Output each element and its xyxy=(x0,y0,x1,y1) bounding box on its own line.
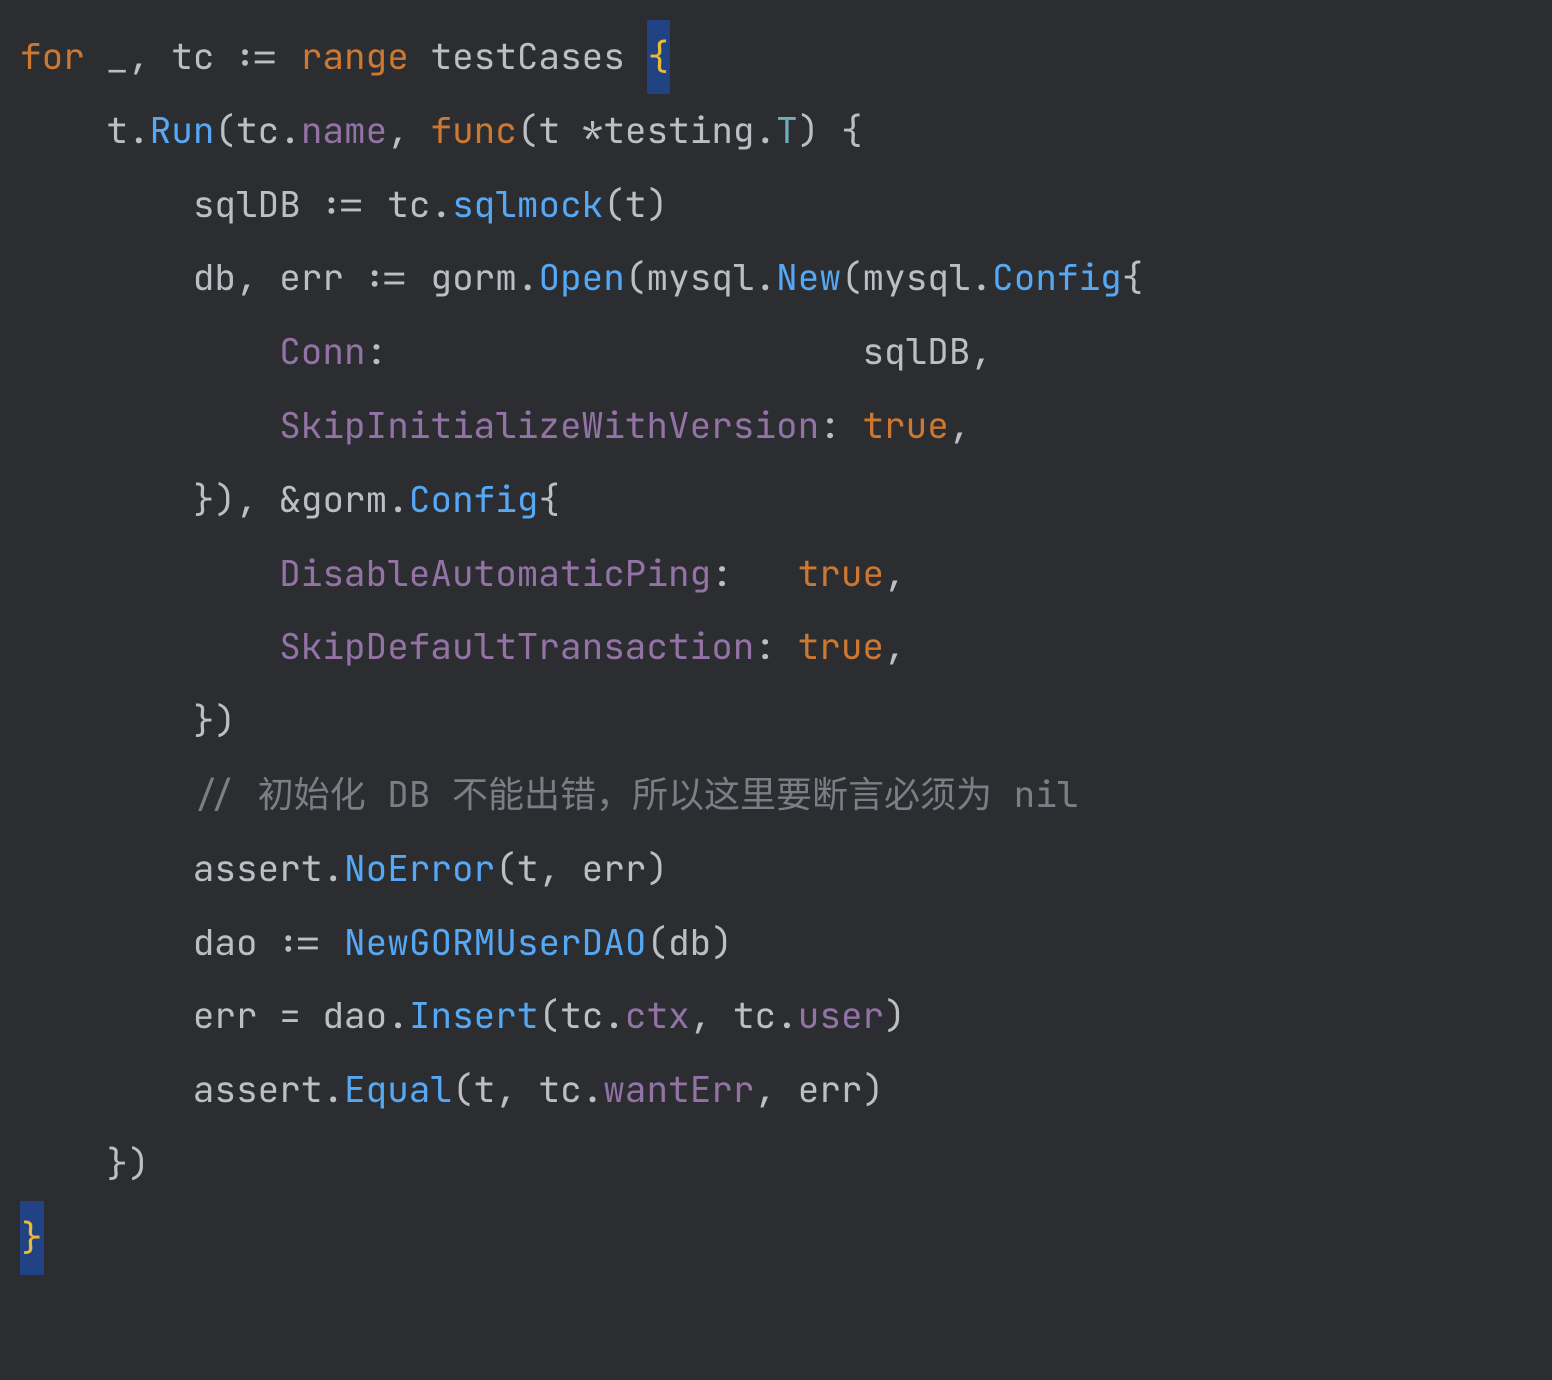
code-line: // 初始化 DB 不能出错，所以这里要断言必须为 nil xyxy=(20,770,1078,818)
code-line: assert.Equal(t, tc.wantErr, err) xyxy=(20,1065,884,1113)
keyword-func: func xyxy=(430,106,516,154)
code-line: Conn: sqlDB, xyxy=(20,327,992,375)
matched-brace-open: { xyxy=(647,20,671,94)
comment: // 初始化 DB 不能出错，所以这里要断言必须为 nil xyxy=(193,770,1079,818)
code-line: assert.NoError(t, err) xyxy=(20,844,668,892)
keyword-true: true xyxy=(862,401,948,449)
code-line: }) xyxy=(20,1139,150,1187)
code-editor[interactable]: for _, tc := range testCases { t.Run(tc.… xyxy=(0,0,1552,1295)
code-line: db, err := gorm.Open(mysql.New(mysql.Con… xyxy=(20,253,1143,301)
blank-ident: _ xyxy=(106,32,128,80)
code-line: err = dao.Insert(tc.ctx, tc.user) xyxy=(20,991,906,1039)
code-line: sqlDB := tc.sqlmock(t) xyxy=(20,180,668,228)
keyword-for: for xyxy=(20,32,85,80)
code-line: }), &gorm.Config{ xyxy=(20,475,560,523)
ident-tc: tc xyxy=(171,32,214,80)
code-line: }) xyxy=(20,696,236,744)
code-line: t.Run(tc.name, func(t *testing.T) { xyxy=(20,106,863,154)
code-line: SkipInitializeWithVersion: true, xyxy=(20,401,970,449)
matched-brace-close: } xyxy=(20,1201,44,1275)
code-line: SkipDefaultTransaction: true, xyxy=(20,622,906,670)
code-line: } xyxy=(20,1213,44,1261)
method-run: Run xyxy=(150,106,215,154)
keyword-range: range xyxy=(301,32,409,80)
code-line: for _, tc := range testCases { xyxy=(20,32,670,80)
type-T: T xyxy=(776,106,798,154)
ident-testCases: testCases xyxy=(430,32,624,80)
code-line: dao := NewGORMUserDAO(db) xyxy=(20,918,733,966)
code-line: DisableAutomaticPing: true, xyxy=(20,549,906,597)
